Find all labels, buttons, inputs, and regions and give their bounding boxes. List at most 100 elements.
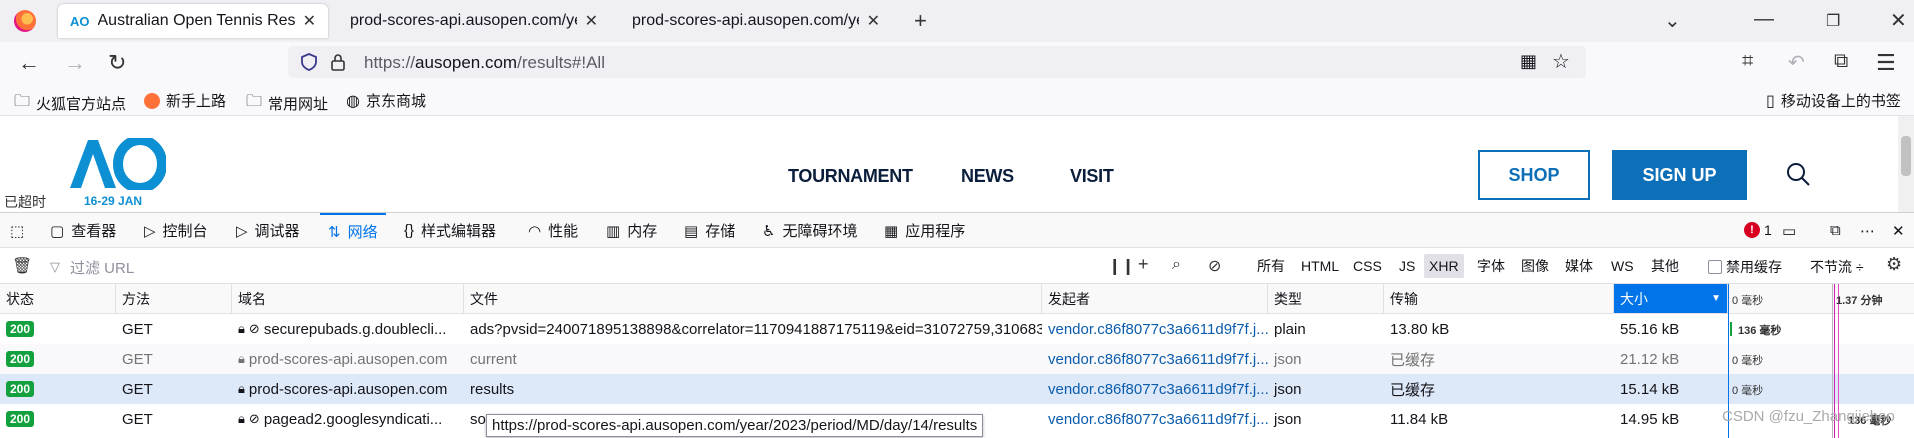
checkbox[interactable] <box>1708 260 1722 274</box>
element-picker-icon[interactable]: ⬚ <box>10 213 24 248</box>
browser-tab[interactable]: prod-scores-api.ausopen.com/year ✕ <box>620 4 892 38</box>
search-icon[interactable]: ⌕ <box>1172 256 1181 274</box>
browser-tab-active[interactable]: AO Australian Open Tennis Results ✕ <box>58 4 328 38</box>
nav-visit[interactable]: VISIT <box>1070 166 1114 187</box>
column-type[interactable]: 类型 <box>1268 284 1384 313</box>
close-tab-icon[interactable]: ✕ <box>867 11 880 31</box>
pause-icon[interactable]: ❙❙ <box>1108 256 1135 276</box>
block-icon[interactable]: ⊘ <box>1208 256 1221 276</box>
type-filter-ws[interactable]: WS <box>1606 254 1639 278</box>
table-row[interactable]: 200 GET 🔒︎ ⊘ securepubads.g.doublecli... a… <box>0 314 1914 344</box>
ao-logo-icon[interactable] <box>66 138 166 190</box>
type-filter-media[interactable]: 媒体 <box>1560 254 1598 278</box>
devtools-toolbar: ⬚ ▢ 查看器 ▷ 控制台 ▷ 调试器 ⇅ 网络 {} 样式编辑器 ◠ 性能 ▥ 内存 ▤ 存储… <box>0 212 1914 248</box>
tab-storage[interactable]: ▤ 存储 <box>684 213 735 248</box>
network-arrows-icon: ⇅ <box>328 223 341 241</box>
error-count-badge[interactable]: ! 1 <box>1744 222 1772 238</box>
tab-memory[interactable]: ▥ 内存 <box>606 213 657 248</box>
address-bar[interactable]: https://ausopen.com/results#!All ▦ ☆ <box>288 46 1586 78</box>
nav-tournament[interactable]: TOURNAMENT <box>788 166 913 187</box>
filter-url-input[interactable]: 过滤 URL <box>70 257 134 278</box>
bookmark-item[interactable]: ◍ 京东商城 <box>346 90 426 111</box>
close-window-icon[interactable]: ✕ <box>1890 8 1907 33</box>
status-badge: 200 <box>6 321 35 337</box>
reload-icon[interactable]: ↻ <box>108 50 126 76</box>
type-filter-images[interactable]: 图像 <box>1516 254 1554 278</box>
column-size[interactable]: 大小 ▼ <box>1614 284 1728 313</box>
bookmark-star-icon[interactable]: ☆ <box>1552 49 1570 74</box>
screenshot-crop-icon[interactable]: ⌗ <box>1742 50 1753 73</box>
scrollbar-thumb[interactable] <box>1901 136 1911 176</box>
tab-console[interactable]: ▷ 控制台 <box>144 213 208 248</box>
column-domain[interactable]: 域名 <box>232 284 464 313</box>
file-cell: current <box>470 350 517 368</box>
dock-icon[interactable]: ⧉ <box>1830 213 1841 248</box>
type-filter-xhr[interactable]: XHR <box>1424 254 1464 278</box>
column-file[interactable]: 文件 <box>464 284 1042 313</box>
close-devtools-icon[interactable]: ✕ <box>1892 213 1905 248</box>
shield-icon[interactable] <box>300 53 318 71</box>
transfer-cell: 已缓存 <box>1390 381 1436 399</box>
lock-icon[interactable] <box>330 53 346 71</box>
tab-debugger[interactable]: ▷ 调试器 <box>236 213 300 248</box>
add-icon[interactable]: + <box>1138 254 1149 275</box>
search-icon[interactable] <box>1786 162 1810 186</box>
type-filter-js[interactable]: JS <box>1394 254 1420 278</box>
extensions-icon[interactable]: ⧉ <box>1834 50 1848 73</box>
type-filter-css[interactable]: CSS <box>1348 254 1387 278</box>
shop-button[interactable]: SHOP <box>1478 150 1590 200</box>
trash-icon[interactable]: 🗑 <box>12 256 32 276</box>
gauge-icon: ◠ <box>528 222 542 240</box>
column-transfer[interactable]: 传输 <box>1384 284 1614 313</box>
disable-cache-checkbox[interactable]: 禁用缓存 <box>1708 257 1782 277</box>
minimize-icon[interactable]: — <box>1754 8 1774 31</box>
forward-arrow-icon[interactable]: → <box>64 50 86 76</box>
tab-inspector[interactable]: ▢ 查看器 <box>50 213 116 248</box>
bookmark-item[interactable]: 新手上路 <box>144 90 226 111</box>
menu-icon[interactable]: ☰ <box>1876 50 1896 76</box>
bookmark-item[interactable]: 🗀 常用网址 <box>246 90 328 117</box>
firefox-logo-icon[interactable] <box>14 10 36 32</box>
domain-cell: 🔒︎ prod-scores-api.ausopen.com <box>238 350 448 368</box>
type-filter-other[interactable]: 其他 <box>1646 254 1684 278</box>
tab-style-editor[interactable]: {} 样式编辑器 <box>404 213 496 248</box>
qr-code-icon[interactable]: ▦ <box>1520 51 1537 72</box>
tab-list-chevron-icon[interactable]: ⌄ <box>1664 8 1681 33</box>
initiator-link[interactable]: vendor.c86f8077c3a6611d9f7f.j... <box>1042 374 1268 404</box>
table-row-selected[interactable]: 200 GET 🔒︎ prod-scores-api.ausopen.com re… <box>0 374 1914 404</box>
mobile-bookmarks[interactable]: ▯ 移动设备上的书签 <box>1766 90 1901 111</box>
type-filter-html[interactable]: HTML <box>1296 254 1344 278</box>
more-options-icon[interactable]: ⋯ <box>1860 213 1875 248</box>
url-text[interactable]: https://ausopen.com/results#!All <box>364 53 605 73</box>
new-tab-button[interactable]: + <box>914 8 927 34</box>
nav-news[interactable]: NEWS <box>961 166 1014 187</box>
back-arrow-icon[interactable]: ← <box>18 50 40 76</box>
browser-tab[interactable]: prod-scores-api.ausopen.com/year ✕ <box>338 4 610 38</box>
column-status[interactable]: 状态 <box>0 284 116 313</box>
console-icon: ▷ <box>144 222 156 240</box>
toggle-sidebar-icon[interactable]: ▭ <box>1782 213 1796 248</box>
tab-performance[interactable]: ◠ 性能 <box>528 213 578 248</box>
undo-icon[interactable]: ↶ <box>1788 50 1805 75</box>
initiator-link[interactable]: vendor.c86f8077c3a6611d9f7f.j... <box>1042 404 1268 434</box>
initiator-link[interactable]: vendor.c86f8077c3a6611d9f7f.j... <box>1042 344 1268 374</box>
settings-gear-icon[interactable]: ⚙ <box>1886 254 1902 275</box>
type-filter-fonts[interactable]: 字体 <box>1472 254 1510 278</box>
close-tab-icon[interactable]: ✕ <box>303 11 316 31</box>
initiator-link[interactable]: vendor.c86f8077c3a6611d9f7f.j... <box>1042 314 1268 344</box>
column-method[interactable]: 方法 <box>116 284 232 313</box>
table-row[interactable]: 200 GET 🔒︎ prod-scores-api.ausopen.com cu… <box>0 344 1914 374</box>
method-cell: GET <box>122 410 153 428</box>
tab-application[interactable]: ▦ 应用程序 <box>884 213 965 248</box>
close-tab-icon[interactable]: ✕ <box>585 11 598 31</box>
type-filter-all[interactable]: 所有 <box>1252 254 1290 278</box>
page-scrollbar[interactable] <box>1898 116 1914 212</box>
throttling-select[interactable]: 不节流 ÷ <box>1810 257 1864 277</box>
restore-icon[interactable]: ❐ <box>1826 11 1840 31</box>
domain-cell: 🔒︎ prod-scores-api.ausopen.com <box>238 380 448 398</box>
tab-network[interactable]: ⇅ 网络 <box>320 213 386 248</box>
sign-up-button[interactable]: SIGN UP <box>1612 150 1747 200</box>
tab-accessibility[interactable]: ♿ 无障碍环境 <box>762 213 857 248</box>
column-initiator[interactable]: 发起者 <box>1042 284 1268 313</box>
bookmark-item[interactable]: 🗀 火狐官方站点 <box>14 90 126 117</box>
